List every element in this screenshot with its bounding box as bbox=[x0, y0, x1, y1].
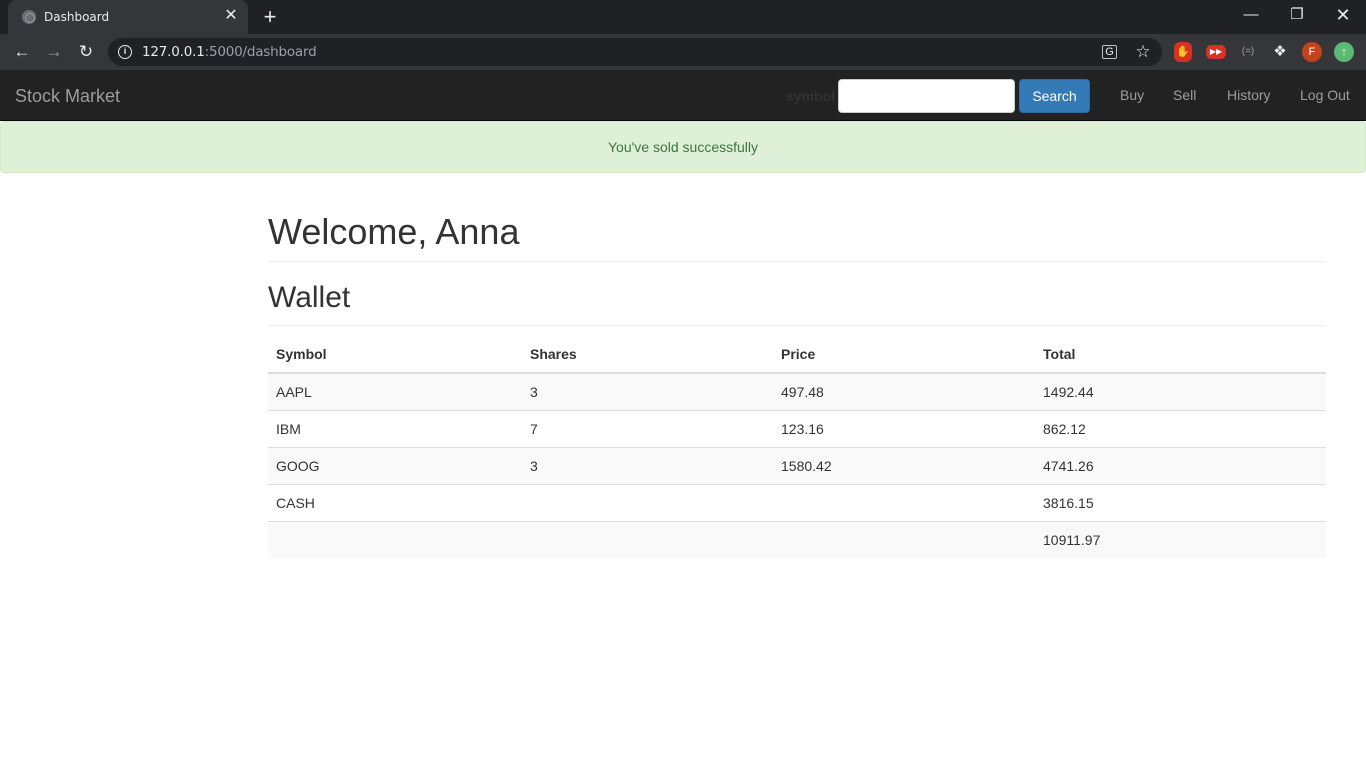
browser-tab[interactable]: Dashboard ✕ bbox=[8, 0, 248, 34]
minimize-button[interactable]: — bbox=[1228, 0, 1274, 32]
header-total: Total bbox=[1035, 335, 1326, 374]
browser-tabstrip: Dashboard ✕ + — ❐ ✕ bbox=[0, 0, 1366, 34]
cell-price: 497.48 bbox=[773, 372, 1035, 410]
welcome-heading: Welcome, Anna bbox=[268, 211, 520, 252]
url-host: 127.0.0.1 bbox=[142, 44, 205, 60]
table-row: GOOG 3 1580.42 4741.26 bbox=[268, 446, 1326, 484]
cell-shares: 7 bbox=[522, 409, 773, 447]
profile-avatar[interactable]: F bbox=[1302, 42, 1322, 62]
update-arrow-icon[interactable]: ↑ bbox=[1334, 42, 1354, 62]
table-row: 10911.97 bbox=[268, 520, 1326, 558]
cell-total: 10911.97 bbox=[1035, 520, 1326, 558]
forward-arrow-icon[interactable]: → bbox=[42, 40, 66, 64]
reload-icon[interactable]: ↻ bbox=[74, 40, 98, 64]
info-icon[interactable]: i bbox=[118, 45, 132, 59]
table-row: IBM 7 123.16 862.12 bbox=[268, 409, 1326, 447]
bookmark-star-icon[interactable]: ☆ bbox=[1134, 43, 1152, 61]
tab-close-icon[interactable]: ✕ bbox=[222, 7, 240, 25]
address-bar[interactable]: i 127.0.0.1:5000/dashboard G ☆ bbox=[108, 38, 1162, 66]
header-symbol: Symbol bbox=[268, 335, 522, 374]
nav-link-buy[interactable]: Buy bbox=[1120, 87, 1144, 103]
cell-total: 4741.26 bbox=[1035, 446, 1326, 484]
cell-symbol: GOOG bbox=[268, 446, 522, 484]
cell-shares bbox=[522, 520, 773, 558]
cell-shares: 3 bbox=[522, 446, 773, 484]
cell-total: 3816.15 bbox=[1035, 483, 1326, 521]
divider bbox=[268, 325, 1326, 326]
translate-icon[interactable]: G bbox=[1102, 45, 1117, 59]
success-alert: You've sold successfully bbox=[0, 121, 1366, 173]
table-header-row: Symbol Shares Price Total bbox=[268, 335, 1326, 374]
symbol-search-input[interactable] bbox=[838, 79, 1015, 113]
cell-price bbox=[773, 520, 1035, 558]
table-row: CASH 3816.15 bbox=[268, 483, 1326, 521]
globe-icon bbox=[22, 10, 36, 24]
cell-shares: 3 bbox=[522, 372, 773, 410]
cell-symbol: AAPL bbox=[268, 372, 522, 410]
cell-price bbox=[773, 483, 1035, 521]
browser-toolbar: ← → ↻ i 127.0.0.1:5000/dashboard G ☆ ✋ ▶… bbox=[0, 34, 1366, 70]
header-shares: Shares bbox=[522, 335, 773, 374]
extensions-puzzle-icon[interactable]: ❖ bbox=[1270, 42, 1290, 62]
nav-link-logout[interactable]: Log Out bbox=[1300, 87, 1350, 103]
cell-price: 1580.42 bbox=[773, 446, 1035, 484]
divider bbox=[268, 261, 1326, 262]
url-path: :5000/dashboard bbox=[204, 44, 317, 60]
app-navbar: Stock Market symbol Search Buy Sell Hist… bbox=[0, 70, 1366, 121]
wallet-heading: Wallet bbox=[268, 281, 351, 314]
restore-button[interactable]: ❐ bbox=[1274, 0, 1320, 32]
url-text[interactable]: 127.0.0.1:5000/dashboard bbox=[142, 44, 317, 60]
new-tab-button[interactable]: + bbox=[258, 6, 282, 28]
cell-total: 1492.44 bbox=[1035, 372, 1326, 410]
adblock-hand-icon[interactable]: ✋ bbox=[1174, 42, 1192, 62]
code-extension-icon[interactable]: (=) bbox=[1238, 42, 1258, 62]
table-row: AAPL 3 497.48 1492.44 bbox=[268, 372, 1326, 410]
cell-symbol bbox=[268, 520, 522, 558]
back-arrow-icon[interactable]: ← bbox=[10, 40, 34, 64]
cell-symbol: IBM bbox=[268, 409, 522, 447]
header-price: Price bbox=[773, 335, 1035, 374]
brand-link[interactable]: Stock Market bbox=[15, 86, 120, 107]
search-button[interactable]: Search bbox=[1019, 79, 1090, 113]
nav-link-history[interactable]: History bbox=[1227, 87, 1271, 103]
window-close-button[interactable]: ✕ bbox=[1320, 0, 1366, 32]
symbol-label: symbol bbox=[786, 88, 836, 104]
wallet-table: Symbol Shares Price Total AAPL 3 497.48 … bbox=[268, 335, 1326, 558]
tab-title: Dashboard bbox=[44, 10, 110, 24]
cell-price: 123.16 bbox=[773, 409, 1035, 447]
nav-link-sell[interactable]: Sell bbox=[1173, 87, 1196, 103]
cell-shares bbox=[522, 483, 773, 521]
video-speed-icon[interactable]: ▶▶ bbox=[1206, 45, 1226, 59]
cell-symbol: CASH bbox=[268, 483, 522, 521]
cell-total: 862.12 bbox=[1035, 409, 1326, 447]
